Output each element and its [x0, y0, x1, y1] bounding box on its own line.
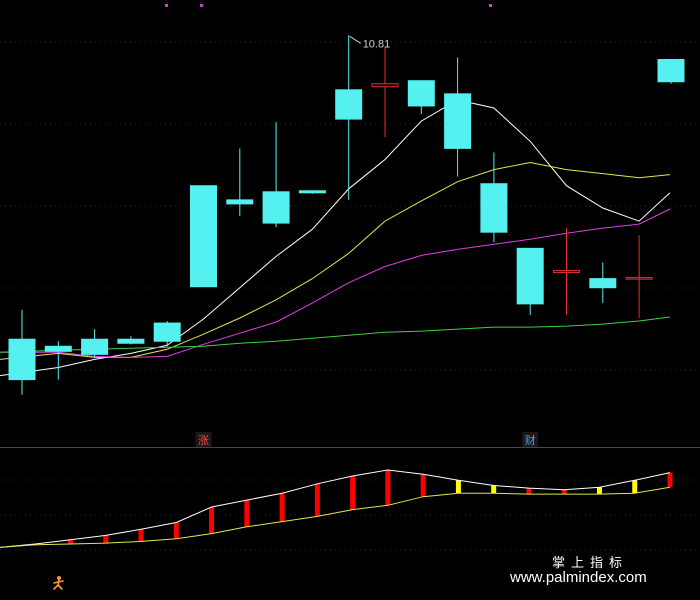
- indicator-bar: [103, 535, 109, 544]
- candle: [657, 59, 685, 84]
- indicator-bar: [561, 489, 567, 495]
- indicator-bar: [279, 493, 285, 522]
- indicator-bar: [491, 485, 497, 494]
- candle: [190, 185, 217, 288]
- indicator-bar: [667, 472, 673, 488]
- indicator-bar: [138, 529, 144, 542]
- watermark-url: www.palmindex.com: [509, 569, 647, 586]
- signal-marker: 涨: [195, 432, 212, 447]
- signal-label: 涨: [198, 434, 209, 447]
- candle-body: [444, 93, 472, 149]
- high-price-label: 10.81: [363, 38, 391, 50]
- signal-marker: 财: [522, 432, 539, 447]
- stock-chart: 涨财 10.81 掌上指标 www.palmindex.com: [0, 0, 700, 600]
- candle-body: [589, 278, 617, 289]
- candle-body: [298, 190, 326, 194]
- indicator-bar: [209, 506, 215, 534]
- candle-body: [190, 185, 217, 288]
- indicator-bar: [420, 474, 426, 497]
- indicator-bar: [350, 476, 356, 510]
- candle-body: [44, 345, 72, 352]
- candle-body: [8, 338, 36, 381]
- indicator-bar: [385, 470, 391, 506]
- indicator-bar: [526, 488, 532, 495]
- candle-body: [262, 191, 290, 224]
- candle-body: [335, 89, 363, 120]
- indicator-bar: [596, 487, 602, 495]
- indicator-bar: [314, 483, 320, 517]
- candle-body: [657, 59, 685, 83]
- candle-body: [407, 80, 435, 107]
- candle-body: [81, 338, 109, 355]
- candle-body: [117, 338, 145, 344]
- signal-label: 财: [525, 433, 536, 447]
- candle-body: [153, 322, 181, 342]
- candle-body: [480, 183, 508, 233]
- indicator-bar: [244, 500, 250, 527]
- candle-body: [516, 247, 544, 305]
- indicator-bar: [455, 480, 461, 494]
- indicator-bar: [173, 522, 179, 539]
- candle-body: [226, 199, 254, 205]
- indicator-bar: [632, 480, 638, 494]
